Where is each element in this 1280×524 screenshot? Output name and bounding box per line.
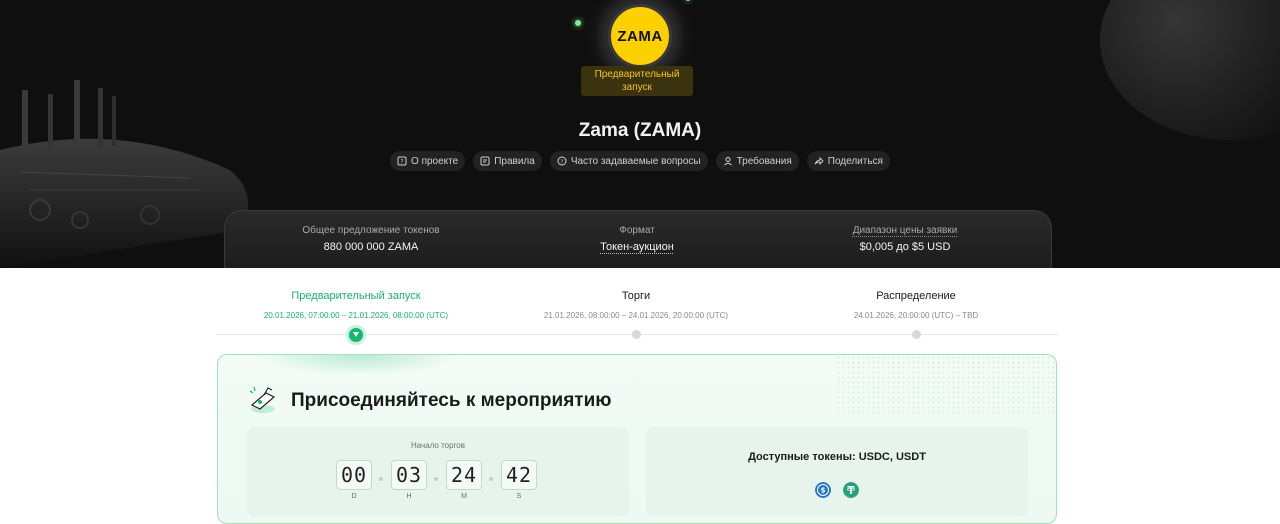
rocket-ticket-icon (249, 386, 276, 413)
countdown-unit: H (406, 493, 412, 500)
project-tabs: ? О проекте Правила ? Часто задаваемые в… (0, 151, 1280, 171)
countdown-separator (379, 477, 383, 481)
stat-value: $0,005 до $5 USD (859, 241, 951, 253)
countdown-seconds: 42 S (501, 460, 537, 506)
timeline-marker-active (349, 328, 363, 342)
faq-icon: ? (557, 156, 567, 166)
stat-price-range: Диапазон цены заявки $0,005 до $5 USD (775, 225, 1035, 253)
phase-distribution[interactable]: Распределение 24.01.2026, 20:00:00 (UTC)… (776, 290, 1056, 320)
timeline-marker (912, 330, 921, 339)
hero-banner: ZAMA Предварительный запуск Zama (ZAMA) … (0, 0, 1280, 268)
stat-label: Общее предложение токенов (302, 225, 440, 236)
available-tokens-panel: Доступные токены: USDC, USDT $ (646, 427, 1028, 517)
glow-dot (686, 0, 690, 1)
countdown-minutes: 24 M (446, 460, 482, 506)
zama-logo: ZAMA (608, 4, 672, 68)
glow-dot (575, 20, 581, 26)
tab-label: Часто задаваемые вопросы (570, 155, 701, 167)
phase-name: Распределение (876, 290, 956, 302)
stat-label: Формат (619, 225, 655, 236)
countdown-hours: 03 H (391, 460, 427, 506)
card-glow (258, 355, 458, 375)
tab-requirements[interactable]: Требования (715, 151, 799, 171)
phase-trading[interactable]: Торги 21.01.2026, 08:00:00 – 24.01.2026,… (496, 290, 776, 320)
tab-label: Требования (736, 155, 792, 167)
countdown-digits: 03 (391, 460, 427, 490)
status-badge: Предварительный запуск (581, 66, 693, 96)
tab-label: Поделиться (827, 155, 883, 167)
phase-date: 20.01.2026, 07:00:00 – 21.01.2026, 08:00… (263, 311, 449, 320)
user-icon (723, 157, 732, 166)
countdown-unit: D (351, 493, 357, 500)
tab-share[interactable]: Поделиться (806, 151, 890, 171)
stat-format: Формат Токен-аукцион (507, 225, 767, 253)
phase-name: Предварительный запуск (291, 290, 421, 302)
token-stats-bar: Общее предложение токенов 880 000 000 ZA… (224, 210, 1052, 268)
tab-about[interactable]: ? О проекте (390, 151, 466, 171)
countdown-digits: 24 (446, 460, 482, 490)
phase-prelaunch[interactable]: Предварительный запуск 20.01.2026, 07:00… (216, 290, 496, 320)
usdc-icon: $ (815, 482, 831, 498)
format-link[interactable]: Токен-аукцион (507, 241, 767, 253)
tab-rules[interactable]: Правила (473, 151, 542, 171)
dot-pattern (836, 355, 1056, 415)
svg-text:$: $ (821, 487, 826, 495)
stat-value: 880 000 000 ZAMA (323, 241, 419, 253)
launch-timeline: Предварительный запуск 20.01.2026, 07:00… (216, 268, 1058, 348)
question-icon: ? (397, 156, 407, 166)
timeline-marker (632, 330, 641, 339)
tab-label: Правила (494, 155, 535, 167)
countdown-separator (434, 477, 438, 481)
countdown-panel: Начало торгов 00 D 03 H 24 M 42 S (247, 427, 629, 517)
stat-label[interactable]: Диапазон цены заявки (775, 225, 1035, 236)
phase-date: 24.01.2026, 20:00:00 (UTC) – TBD (853, 311, 979, 320)
join-event-card: Присоединяйтесь к мероприятию Начало тор… (217, 354, 1057, 524)
svg-text:?: ? (560, 159, 563, 165)
available-tokens-label: Доступные токены: USDC, USDT (748, 451, 926, 463)
card-title: Присоединяйтесь к мероприятию (291, 390, 612, 411)
tab-label: О проекте (411, 155, 459, 167)
tab-faq[interactable]: ? Часто задаваемые вопросы (549, 151, 708, 171)
planet-illustration (1100, 0, 1280, 140)
usdt-icon (843, 482, 859, 498)
page-title: Zama (ZAMA) (578, 120, 702, 141)
countdown-days: 00 D (336, 460, 372, 506)
rules-icon (480, 156, 490, 166)
countdown-digits: 00 (336, 460, 372, 490)
phase-date: 21.01.2026, 08:00:00 – 24.01.2026, 20:00… (543, 311, 729, 320)
phase-name: Торги (621, 290, 651, 302)
countdown-separator (489, 477, 493, 481)
countdown-unit: M (461, 493, 467, 500)
svg-text:?: ? (400, 159, 403, 166)
stat-total-supply: Общее предложение токенов 880 000 000 ZA… (241, 225, 501, 253)
share-icon (814, 156, 824, 166)
countdown-digits: 42 (501, 460, 537, 490)
countdown-label: Начало торгов (410, 441, 465, 450)
countdown-unit: S (516, 493, 522, 500)
